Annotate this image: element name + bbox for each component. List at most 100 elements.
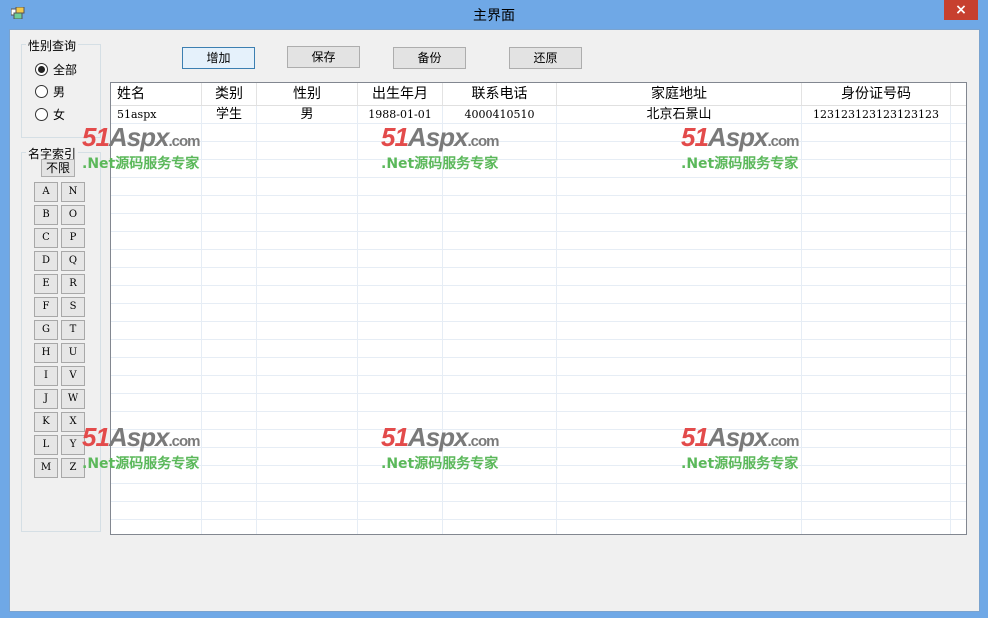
table-cell[interactable]	[202, 412, 257, 430]
table-cell[interactable]	[111, 196, 202, 214]
table-cell[interactable]	[257, 286, 358, 304]
column-header[interactable]: 家庭地址	[557, 83, 802, 105]
letter-button-m[interactable]: M	[34, 458, 58, 478]
table-cell[interactable]	[202, 214, 257, 232]
table-cell[interactable]	[358, 502, 443, 520]
column-header[interactable]: 联系电话	[443, 83, 557, 105]
letter-button-f[interactable]: F	[34, 297, 58, 317]
table-cell[interactable]	[202, 340, 257, 358]
table-cell[interactable]	[202, 394, 257, 412]
table-cell[interactable]	[111, 376, 202, 394]
table-cell[interactable]	[443, 124, 557, 142]
table-cell[interactable]	[443, 214, 557, 232]
table-cell[interactable]	[443, 178, 557, 196]
table-cell[interactable]	[443, 448, 557, 466]
table-cell[interactable]	[111, 466, 202, 484]
table-cell[interactable]	[358, 124, 443, 142]
table-cell[interactable]	[358, 430, 443, 448]
letter-button-u[interactable]: U	[61, 343, 85, 363]
table-row[interactable]	[111, 304, 966, 322]
table-cell[interactable]	[557, 430, 802, 448]
table-cell[interactable]	[557, 502, 802, 520]
table-cell[interactable]	[443, 304, 557, 322]
table-cell[interactable]	[202, 124, 257, 142]
radio-female[interactable]: 女	[35, 106, 65, 123]
letter-button-z[interactable]: Z	[61, 458, 85, 478]
table-cell[interactable]	[111, 484, 202, 502]
table-cell[interactable]	[802, 214, 951, 232]
table-cell[interactable]	[111, 160, 202, 178]
table-row[interactable]	[111, 358, 966, 376]
letter-button-v[interactable]: V	[61, 366, 85, 386]
table-cell[interactable]	[557, 466, 802, 484]
table-cell[interactable]: 男	[257, 106, 358, 124]
table-cell[interactable]	[443, 232, 557, 250]
table-cell[interactable]	[111, 268, 202, 286]
letter-button-x[interactable]: X	[61, 412, 85, 432]
table-row[interactable]	[111, 322, 966, 340]
table-cell[interactable]	[557, 286, 802, 304]
letter-button-i[interactable]: I	[34, 366, 58, 386]
title-bar[interactable]: 主界面 ×	[0, 0, 988, 28]
table-cell[interactable]	[202, 250, 257, 268]
table-cell[interactable]	[257, 520, 358, 534]
table-cell[interactable]	[257, 196, 358, 214]
table-cell[interactable]	[557, 142, 802, 160]
table-cell[interactable]	[358, 286, 443, 304]
radio-male[interactable]: 男	[35, 83, 65, 100]
table-cell[interactable]	[358, 520, 443, 534]
table-cell[interactable]	[443, 286, 557, 304]
table-cell[interactable]	[802, 232, 951, 250]
table-cell[interactable]	[443, 358, 557, 376]
table-cell[interactable]	[358, 250, 443, 268]
letter-button-r[interactable]: R	[61, 274, 85, 294]
table-cell[interactable]: 4000410510	[443, 106, 557, 124]
column-header[interactable]: 性别	[257, 83, 358, 105]
radio-all-indicator[interactable]	[35, 63, 48, 76]
column-header[interactable]: 姓名	[111, 83, 202, 105]
table-cell[interactable]	[443, 142, 557, 160]
table-row[interactable]	[111, 340, 966, 358]
table-cell[interactable]	[111, 250, 202, 268]
table-cell[interactable]	[111, 394, 202, 412]
table-cell[interactable]	[202, 160, 257, 178]
letter-button-h[interactable]: H	[34, 343, 58, 363]
table-row[interactable]	[111, 394, 966, 412]
table-row[interactable]	[111, 448, 966, 466]
table-cell[interactable]	[358, 322, 443, 340]
table-row[interactable]	[111, 250, 966, 268]
unlimited-button[interactable]: 不限	[41, 159, 75, 177]
table-cell[interactable]	[358, 268, 443, 286]
table-cell[interactable]	[202, 430, 257, 448]
table-cell[interactable]	[257, 484, 358, 502]
table-cell[interactable]	[257, 304, 358, 322]
table-cell[interactable]	[443, 502, 557, 520]
table-row[interactable]	[111, 196, 966, 214]
letter-button-n[interactable]: N	[61, 182, 85, 202]
radio-male-indicator[interactable]	[35, 85, 48, 98]
table-cell[interactable]: 学生	[202, 106, 257, 124]
table-cell[interactable]	[257, 124, 358, 142]
table-cell[interactable]	[358, 484, 443, 502]
table-cell[interactable]	[111, 412, 202, 430]
table-row[interactable]	[111, 178, 966, 196]
table-cell[interactable]	[802, 430, 951, 448]
table-cell[interactable]	[557, 358, 802, 376]
table-cell[interactable]	[557, 520, 802, 534]
table-cell[interactable]	[358, 412, 443, 430]
table-cell[interactable]	[257, 178, 358, 196]
table-cell[interactable]: 51aspx	[111, 106, 202, 124]
table-row[interactable]	[111, 124, 966, 142]
table-cell[interactable]	[111, 322, 202, 340]
table-cell[interactable]	[202, 322, 257, 340]
table-cell[interactable]	[802, 520, 951, 534]
table-cell[interactable]	[557, 394, 802, 412]
table-cell[interactable]	[802, 250, 951, 268]
table-cell[interactable]	[257, 448, 358, 466]
table-cell[interactable]	[802, 124, 951, 142]
table-cell[interactable]	[802, 376, 951, 394]
table-cell[interactable]	[111, 286, 202, 304]
data-grid[interactable]: 姓名 类别 性别 出生年月 联系电话 家庭地址 身份证号码 51aspx 学生男 1988-01…	[110, 82, 967, 535]
table-cell[interactable]	[802, 268, 951, 286]
table-cell[interactable]	[202, 196, 257, 214]
